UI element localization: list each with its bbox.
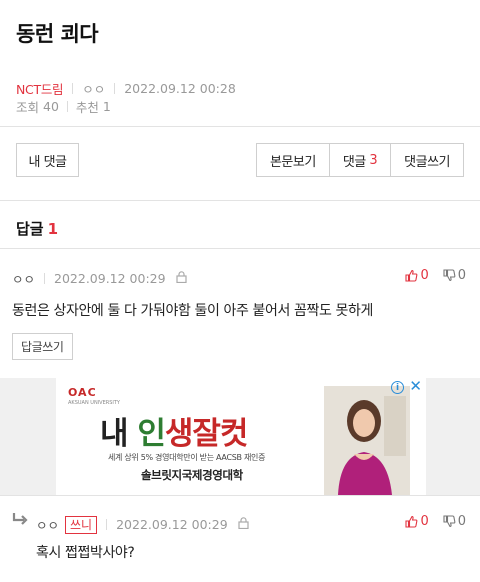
thumbs-up-icon bbox=[405, 269, 418, 282]
comment-votes: 0 0 bbox=[405, 514, 466, 529]
comment-meta: ㅇㅇ 2022.09.12 00:29 bbox=[12, 269, 187, 288]
post-stats: 조회 40 추천 1 bbox=[16, 97, 111, 116]
replies-heading: 답글 1 bbox=[16, 218, 58, 239]
downvote-button[interactable]: 0 bbox=[443, 514, 466, 529]
ad-headline-part: 내 bbox=[100, 416, 138, 452]
ad-headline: 내 인생잘컷 bbox=[100, 408, 249, 453]
comment-meta: ㅇㅇ 쓰니 2022.09.12 00:29 bbox=[36, 515, 249, 534]
comment-datetime: 2022.09.12 00:29 bbox=[54, 271, 166, 286]
reply-button[interactable]: 답글쓰기 bbox=[12, 333, 73, 360]
post-title: 동런 쾨다 bbox=[16, 22, 99, 46]
ad-logo: OAC bbox=[68, 386, 97, 399]
upvote-count: 0 bbox=[420, 514, 429, 529]
divider bbox=[0, 495, 480, 496]
view-original-button[interactable]: 본문보기 bbox=[257, 144, 329, 176]
downvote-button[interactable]: 0 bbox=[443, 268, 466, 283]
divider bbox=[44, 273, 46, 284]
downvote-count: 0 bbox=[457, 268, 466, 283]
recommend-label: 추천 bbox=[75, 100, 99, 115]
comment-actions: 본문보기 댓글 3 댓글쓰기 bbox=[255, 143, 464, 177]
post-author: ㅇㅇ bbox=[82, 82, 106, 97]
comment-text: 동런은 상자안에 둘 다 가둬야함 둘이 아주 붙어서 꼼짝도 못하게 bbox=[12, 303, 373, 319]
comment-author: ㅇㅇ bbox=[36, 518, 60, 533]
reply-arrow-icon bbox=[12, 511, 28, 530]
comments-label: 댓글 bbox=[342, 154, 366, 170]
lock-icon bbox=[238, 517, 249, 532]
comment-votes: 0 0 bbox=[405, 268, 466, 283]
lock-icon bbox=[175, 271, 187, 286]
write-comment-button[interactable]: 댓글쓰기 bbox=[390, 144, 463, 176]
divider bbox=[0, 200, 480, 201]
upvote-button[interactable]: 0 bbox=[405, 268, 429, 283]
divider bbox=[106, 519, 108, 530]
thumbs-up-icon bbox=[405, 515, 418, 528]
replies-title: 답글 bbox=[16, 220, 44, 238]
downvote-count: 0 bbox=[457, 514, 466, 529]
post-datetime: 2022.09.12 00:28 bbox=[124, 81, 236, 96]
divider bbox=[0, 248, 480, 249]
ad-headline-part: 생잘컷 bbox=[164, 416, 249, 452]
divider bbox=[114, 83, 116, 94]
ad-info-icon[interactable]: i bbox=[391, 381, 404, 394]
comments-count: 3 bbox=[369, 152, 378, 168]
comment-author: ㅇㅇ bbox=[12, 272, 36, 287]
ad-photo bbox=[324, 386, 410, 495]
ad-subtitle: 세계 상위 5% 경영대학만이 받는 AACSB 재인증 bbox=[108, 453, 266, 462]
comments-button[interactable]: 댓글 3 bbox=[328, 144, 390, 176]
post-meta: NCT드림 ㅇㅇ 2022.09.12 00:28 bbox=[16, 79, 236, 98]
ad-headline-part: 인 bbox=[137, 416, 166, 452]
views-label: 조회 bbox=[16, 100, 40, 115]
divider bbox=[72, 83, 74, 94]
divider bbox=[66, 101, 68, 112]
op-badge: 쓰니 bbox=[65, 515, 98, 534]
ad-close-icon[interactable]: ✕ bbox=[409, 379, 422, 394]
my-comments-button[interactable]: 내 댓글 bbox=[16, 143, 79, 177]
comment-datetime: 2022.09.12 00:29 bbox=[116, 517, 228, 532]
board-link[interactable]: NCT드림 bbox=[16, 79, 64, 98]
views-count: 40 bbox=[43, 99, 59, 114]
thumbs-down-icon bbox=[443, 269, 456, 282]
upvote-count: 0 bbox=[420, 268, 429, 283]
recommend-count: 1 bbox=[102, 99, 111, 114]
ad-logo-sub: AKSUAN UNIVERSITY bbox=[68, 400, 120, 406]
replies-count: 1 bbox=[47, 220, 59, 238]
ad-banner: OAC AKSUAN UNIVERSITY 내 인생잘컷 세계 상위 5% 경영… bbox=[0, 378, 480, 495]
upvote-button[interactable]: 0 bbox=[405, 514, 429, 529]
ad-school-name: 솔브릿지국제경영대학 bbox=[141, 468, 243, 482]
comment-text: 혹시 쩝쩝박사야? bbox=[36, 545, 135, 561]
thumbs-down-icon bbox=[443, 515, 456, 528]
ad-content[interactable]: OAC AKSUAN UNIVERSITY 내 인생잘컷 세계 상위 5% 경영… bbox=[56, 378, 426, 495]
divider bbox=[0, 126, 480, 127]
